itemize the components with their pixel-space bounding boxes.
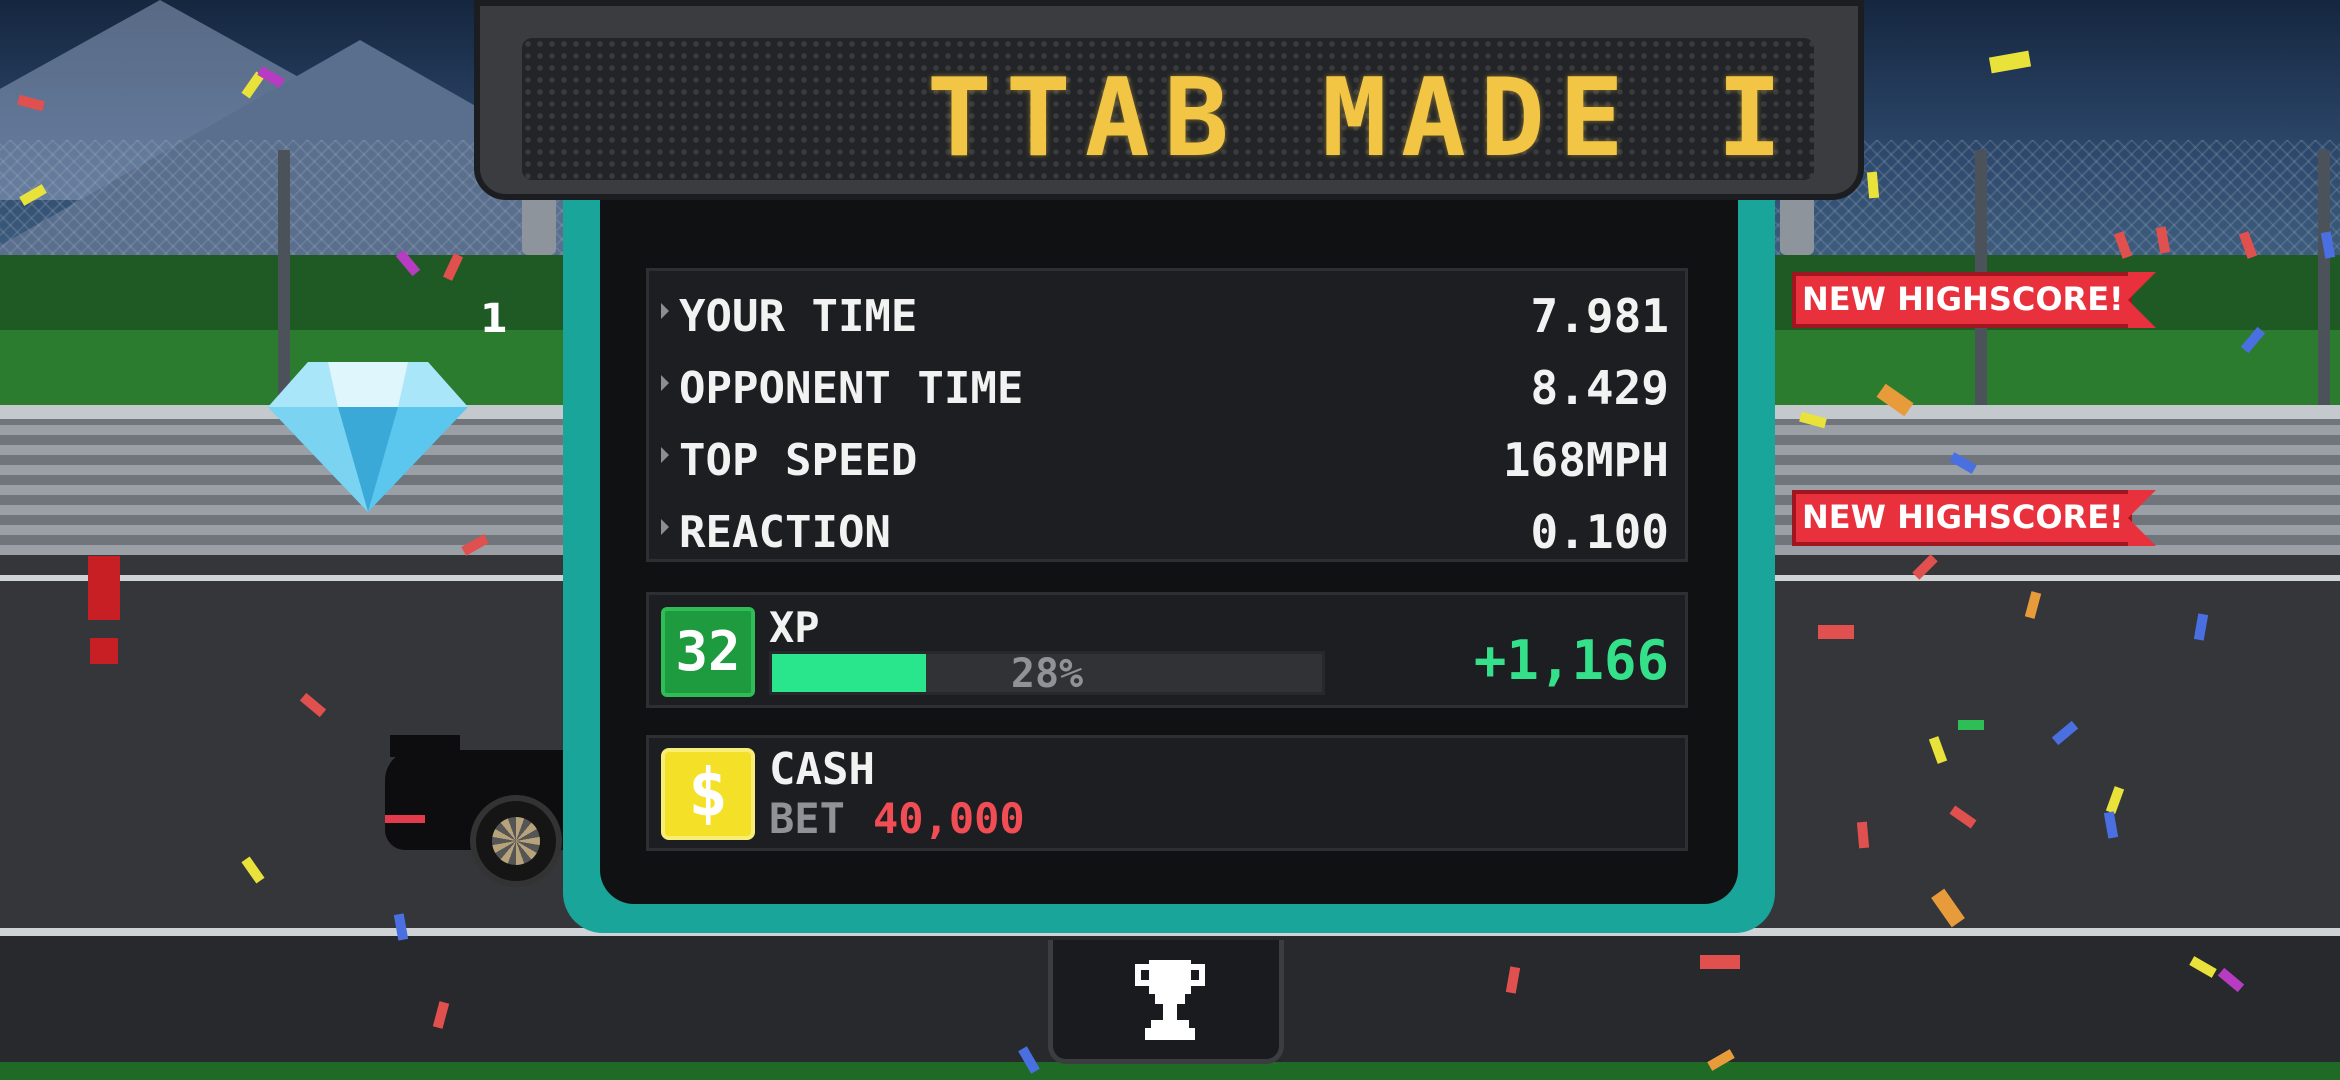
stat-row-your-time: YOUR TIME 7.981	[649, 277, 1685, 347]
cash-label: CASH	[769, 744, 875, 795]
gem-count: 1	[480, 296, 508, 342]
stat-row-top-speed: TOP SPEED 168MPH	[649, 421, 1685, 491]
sign-bracket	[522, 195, 556, 255]
bullet-icon	[661, 375, 669, 391]
confetti	[1958, 720, 1984, 730]
stat-value: 168MPH	[1502, 433, 1669, 487]
trophy-button[interactable]	[1048, 940, 1284, 1064]
confetti	[1700, 955, 1740, 969]
stat-value: 8.429	[1530, 361, 1669, 415]
confetti	[1818, 625, 1854, 639]
stat-label: YOUR TIME	[679, 291, 918, 342]
trophy-icon	[1133, 960, 1207, 1042]
fence-pole	[2318, 150, 2330, 410]
stat-label: OPPONENT TIME	[679, 363, 1024, 414]
xp-progress-bar: 28%	[769, 651, 1325, 695]
stats-table: YOUR TIME 7.981 OPPONENT TIME 8.429 TOP …	[646, 268, 1688, 562]
new-highscore-badge: NEW HIGHSCORE!	[1792, 490, 2172, 546]
xp-gain: +1,166	[1473, 629, 1669, 692]
diamond-icon	[268, 362, 468, 512]
new-highscore-badge: NEW HIGHSCORE!	[1792, 272, 2172, 328]
confetti	[1866, 171, 1880, 199]
cash-section: $ CASH BET 40,000	[646, 735, 1688, 851]
highscore-text: NEW HIGHSCORE!	[1802, 498, 2124, 536]
led-sign-text: TTAB MADE I	[926, 56, 1796, 180]
dollar-icon: $	[661, 748, 755, 840]
stat-row-reaction: REACTION 0.100	[649, 493, 1685, 563]
stat-value: 7.981	[1530, 289, 1669, 343]
stat-value: 0.100	[1530, 505, 1669, 559]
grass-strip	[0, 1062, 2340, 1080]
level-badge: 32	[661, 607, 755, 697]
bet-label: BET	[769, 794, 845, 843]
bullet-icon	[661, 519, 669, 535]
stat-row-opponent-time: OPPONENT TIME 8.429	[649, 349, 1685, 419]
bullet-icon	[661, 303, 669, 319]
warning-mark	[88, 556, 120, 620]
led-sign: TTAB MADE I	[522, 38, 1814, 180]
stat-label: REACTION	[679, 507, 891, 558]
xp-progress-text: 28%	[1010, 651, 1084, 697]
race-car	[375, 720, 585, 887]
xp-section: 32 XP 28% +1,166	[646, 592, 1688, 708]
bet-value: 40,000	[873, 794, 1025, 843]
bullet-icon	[661, 447, 669, 463]
stat-label: TOP SPEED	[679, 435, 918, 486]
confetti	[1856, 821, 1870, 849]
warning-dot	[90, 638, 118, 664]
sign-bracket	[1780, 195, 1814, 255]
highscore-text: NEW HIGHSCORE!	[1802, 280, 2124, 318]
xp-label: XP	[769, 603, 820, 652]
